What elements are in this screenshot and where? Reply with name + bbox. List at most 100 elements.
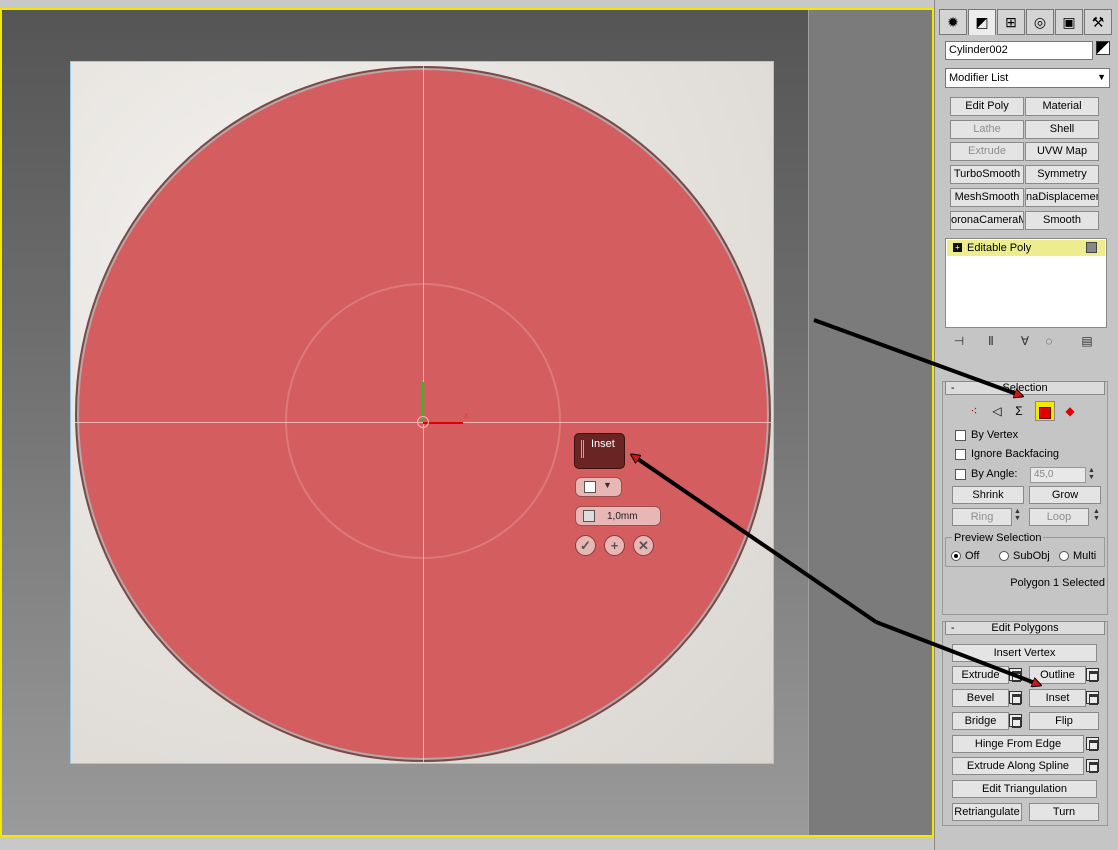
checkbox-box <box>955 430 966 441</box>
radio-dot <box>1059 551 1069 561</box>
caddy-grip-handle[interactable] <box>581 440 584 458</box>
make-unique-icon[interactable]: ∀ <box>1017 334 1033 350</box>
viewport-right-margin <box>808 10 932 835</box>
stack-item-toggle[interactable] <box>1086 242 1097 253</box>
inset-settings-icon[interactable] <box>1086 691 1099 705</box>
modifier-button[interactable]: UVW Map <box>1025 142 1099 161</box>
object-color-swatch[interactable] <box>1096 41 1110 55</box>
expand-icon[interactable]: + <box>953 243 962 252</box>
caddy-ok-button[interactable]: ✓ <box>575 535 596 556</box>
display-icon: ▣ <box>1062 14 1076 30</box>
extrude-settings-icon[interactable] <box>1009 668 1022 682</box>
outline-settings-icon[interactable] <box>1086 668 1099 682</box>
vertex-mode-icon[interactable]: ⁖ <box>964 401 984 421</box>
modify-tab[interactable]: ◩ <box>968 9 996 35</box>
ring-spinner-arrows[interactable]: ▲ ▼ <box>1013 508 1022 524</box>
gizmo-x-axis[interactable] <box>423 422 463 424</box>
loop-spinner-arrows[interactable]: ▲ ▼ <box>1092 508 1101 524</box>
modifier-list-label: Modifier List <box>949 72 1009 84</box>
modifier-button[interactable]: Material <box>1025 97 1099 116</box>
command-panel-tabs: ✹ ◩ ⊞ ◎ ▣ ⚒ <box>937 9 1117 35</box>
border-mode-icon[interactable]: Ʃ <box>1009 401 1029 421</box>
bridge-settings-icon[interactable] <box>1009 714 1022 728</box>
motion-tab[interactable]: ◎ <box>1026 9 1054 35</box>
modifier-button[interactable]: Lathe <box>950 120 1024 139</box>
selection-status-text: Polygon 1 Selected <box>1010 577 1105 589</box>
by-vertex-checkbox[interactable]: By Vertex <box>955 429 1075 443</box>
turn-button[interactable]: Turn <box>1029 803 1099 821</box>
hierarchy-tab[interactable]: ⊞ <box>997 9 1025 35</box>
inset-button[interactable]: Inset <box>1029 689 1086 707</box>
edit-polygons-rollout-header[interactable]: - Edit Polygons <box>945 621 1105 635</box>
preview-subobj-radio[interactable]: SubObj <box>999 550 1050 562</box>
remove-modifier-icon[interactable]: ◌ <box>1041 334 1057 350</box>
create-icon: ✹ <box>947 14 959 30</box>
insert-vertex-button[interactable]: Insert Vertex <box>952 644 1097 662</box>
inset-type-dropdown[interactable]: ▼ <box>575 477 622 497</box>
edge-mode-icon[interactable]: ◁ <box>987 401 1007 421</box>
radio-dot <box>999 551 1009 561</box>
preview-selection-title: Preview Selection <box>952 532 1044 544</box>
object-name-field[interactable]: Cylinder002 <box>945 41 1093 60</box>
hinge-from-edge-button[interactable]: Hinge From Edge <box>952 735 1084 753</box>
close-icon: ✕ <box>638 538 649 553</box>
angle-spinner-arrows[interactable]: ▲ ▼ <box>1087 467 1096 483</box>
shrink-button[interactable]: Shrink <box>952 486 1024 504</box>
extrude-spline-settings-icon[interactable] <box>1086 759 1099 773</box>
edit-triangulation-button[interactable]: Edit Triangulation <box>952 780 1097 798</box>
bevel-settings-icon[interactable] <box>1009 691 1022 705</box>
inset-amount-value: 1,0mm <box>607 511 638 522</box>
inset-amount-field[interactable]: 1,0mm <box>575 506 661 526</box>
extrude-button[interactable]: Extrude <box>952 666 1009 684</box>
pin-stack-icon[interactable]: ⊣ <box>951 334 967 350</box>
modifier-button[interactable]: oronaCameraMo <box>950 211 1024 230</box>
bridge-button[interactable]: Bridge <box>952 712 1009 730</box>
selection-rollout-header[interactable]: - Selection <box>945 381 1105 395</box>
polygon-mode-icon[interactable] <box>1035 401 1055 421</box>
chevron-down-icon: ▼ <box>603 480 612 490</box>
retriangulate-button[interactable]: Retriangulate <box>952 803 1022 821</box>
collapse-icon: - <box>951 622 955 634</box>
show-end-result-icon[interactable]: Ⅱ <box>983 334 999 350</box>
modifier-button[interactable]: Extrude <box>950 142 1024 161</box>
caddy-apply-button[interactable]: + <box>604 535 625 556</box>
configure-sets-icon[interactable]: ▤ <box>1079 334 1095 350</box>
preview-selection-group: Preview Selection Off SubObj Multi <box>945 532 1105 567</box>
caddy-cancel-button[interactable]: ✕ <box>633 535 654 556</box>
ignore-backfacing-checkbox[interactable]: Ignore Backfacing <box>955 448 1075 462</box>
chevron-down-icon: ▼ <box>1097 72 1106 82</box>
element-mode-icon[interactable]: ◆ <box>1060 401 1080 421</box>
grow-button[interactable]: Grow <box>1029 486 1101 504</box>
modifier-stack[interactable]: + Editable Poly <box>945 238 1107 328</box>
flip-button[interactable]: Flip <box>1029 712 1099 730</box>
modifier-button[interactable]: Shell <box>1025 120 1099 139</box>
stack-item-editable-poly[interactable]: + Editable Poly <box>947 240 1105 256</box>
inset-amount-icon <box>583 510 595 522</box>
loop-button[interactable]: Loop <box>1029 508 1089 526</box>
utilities-tab[interactable]: ⚒ <box>1084 9 1112 35</box>
create-tab[interactable]: ✹ <box>939 9 967 35</box>
modifier-button[interactable]: Smooth <box>1025 211 1099 230</box>
hinge-settings-icon[interactable] <box>1086 737 1099 751</box>
modifier-button[interactable]: MeshSmooth <box>950 188 1024 207</box>
edit-polygons-title: Edit Polygons <box>991 622 1059 634</box>
modifier-button[interactable]: TurboSmooth <box>950 165 1024 184</box>
outline-button[interactable]: Outline <box>1029 666 1086 684</box>
ring-button[interactable]: Ring <box>952 508 1012 526</box>
preview-off-radio[interactable]: Off <box>951 550 979 562</box>
inset-caddy-label: Inset <box>591 438 615 450</box>
by-vertex-label: By Vertex <box>971 429 1019 441</box>
angle-spinner-field[interactable]: 45,0 <box>1030 467 1086 483</box>
modifier-button[interactable]: Symmetry <box>1025 165 1099 184</box>
modifier-button[interactable]: naDisplacemen <box>1025 188 1099 207</box>
checkbox-box <box>955 469 966 480</box>
modifier-list-dropdown[interactable]: Modifier List ▼ <box>945 68 1110 88</box>
preview-multi-radio[interactable]: Multi <box>1059 550 1096 562</box>
collapse-icon: - <box>951 382 955 394</box>
inset-group-icon <box>584 481 596 493</box>
display-tab[interactable]: ▣ <box>1055 9 1083 35</box>
preview-subobj-label: SubObj <box>1013 550 1050 562</box>
extrude-along-spline-button[interactable]: Extrude Along Spline <box>952 757 1084 775</box>
modifier-button[interactable]: Edit Poly <box>950 97 1024 116</box>
bevel-button[interactable]: Bevel <box>952 689 1009 707</box>
